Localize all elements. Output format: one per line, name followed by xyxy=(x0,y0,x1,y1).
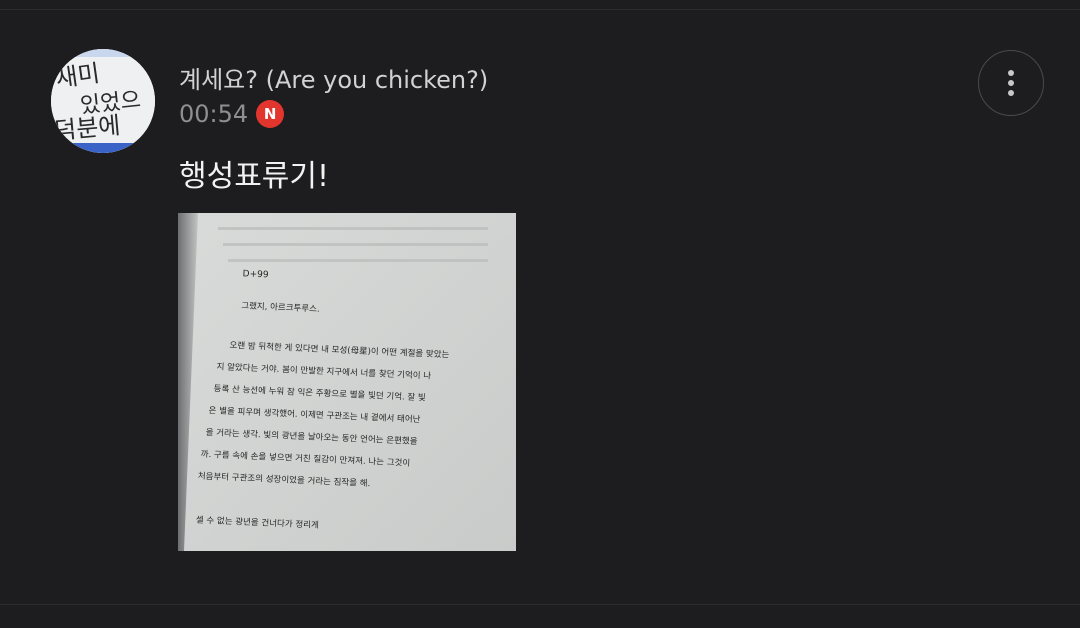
avatar[interactable]: 새미 있었으 덕분에 xyxy=(51,49,155,153)
more-options-button[interactable] xyxy=(978,50,1044,116)
post-message: 행성표류기! xyxy=(179,159,330,194)
vertical-ellipsis-icon xyxy=(1008,70,1014,96)
top-divider xyxy=(0,9,1080,10)
new-badge-icon: N xyxy=(256,100,285,128)
page-heading: D+99 xyxy=(242,269,269,280)
bottom-divider xyxy=(0,604,1080,605)
book-page-photo: D+99 그랬지, 아르크투루스. 오랜 밤 뒤척한 게 있다면 내 모성(母星… xyxy=(178,213,516,551)
avatar-handwriting-3: 덕분에 xyxy=(53,111,121,145)
post-meta: 00:54 N xyxy=(179,98,285,130)
avatar-image: 새미 있었으 덕분에 xyxy=(51,49,155,153)
timestamp: 00:54 xyxy=(179,100,249,128)
attachment-image[interactable]: D+99 그랬지, 아르크투루스. 오랜 밤 뒤척한 게 있다면 내 모성(母星… xyxy=(178,213,516,551)
author-name[interactable]: 계세요? (Are you chicken?) xyxy=(179,60,488,95)
post-card: 새미 있었으 덕분에 계세요? (Are you chicken?) 00:54… xyxy=(0,0,1080,628)
